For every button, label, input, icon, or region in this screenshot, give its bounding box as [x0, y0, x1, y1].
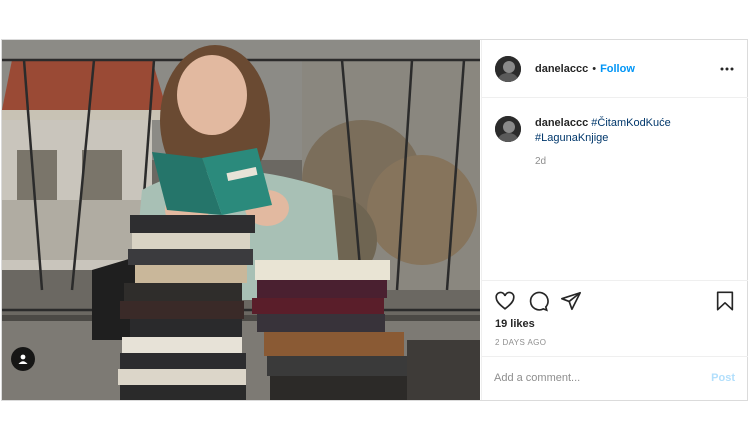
avatar-image — [495, 55, 521, 82]
reading-with-books-photo — [2, 40, 480, 400]
avatar-image — [495, 116, 521, 142]
share-paper-plane-icon[interactable] — [560, 290, 582, 312]
caption-username[interactable]: danelaccc — [535, 117, 588, 129]
separator-dot: • — [592, 62, 597, 75]
avatar[interactable] — [495, 55, 521, 82]
post-date[interactable]: 2 DAYS AGO — [495, 338, 546, 347]
user-tag-icon — [18, 354, 28, 364]
heart-icon[interactable] — [494, 290, 516, 312]
action-bar: 19 likes 2 DAYS AGO — [482, 280, 748, 356]
user-tag-button[interactable] — [11, 347, 35, 371]
comment-box: Post — [482, 356, 748, 400]
more-horizontal-icon[interactable] — [719, 62, 735, 76]
comment-input[interactable] — [494, 369, 694, 387]
post-comment-button[interactable]: Post — [711, 372, 735, 384]
comment-icon[interactable] — [527, 290, 549, 312]
caption-avatar[interactable] — [495, 116, 521, 142]
post-caption: danelaccc #ČitamKodKuće #LagunaKnjige 2d — [495, 116, 735, 167]
caption-time[interactable]: 2d — [535, 156, 735, 167]
action-icons — [494, 290, 582, 312]
post-sidebar: danelaccc • Follow danelaccc #ČitamKodKu… — [481, 40, 748, 400]
post-header: danelaccc • Follow — [482, 40, 748, 98]
post-photo[interactable] — [2, 40, 480, 400]
follow-button[interactable]: Follow — [600, 63, 635, 75]
hashtag-citamkodkuce[interactable]: #ČitamKodKuće — [591, 117, 671, 129]
bookmark-icon[interactable] — [714, 290, 736, 312]
hashtag-lagunaknjige[interactable]: #LagunaKnjige — [535, 132, 608, 144]
instagram-post: danelaccc • Follow danelaccc #ČitamKodKu… — [1, 39, 748, 401]
caption-text: danelaccc #ČitamKodKuće #LagunaKnjige — [535, 116, 735, 146]
likes-count[interactable]: 19 likes — [495, 318, 535, 330]
header-username[interactable]: danelaccc — [535, 63, 588, 75]
